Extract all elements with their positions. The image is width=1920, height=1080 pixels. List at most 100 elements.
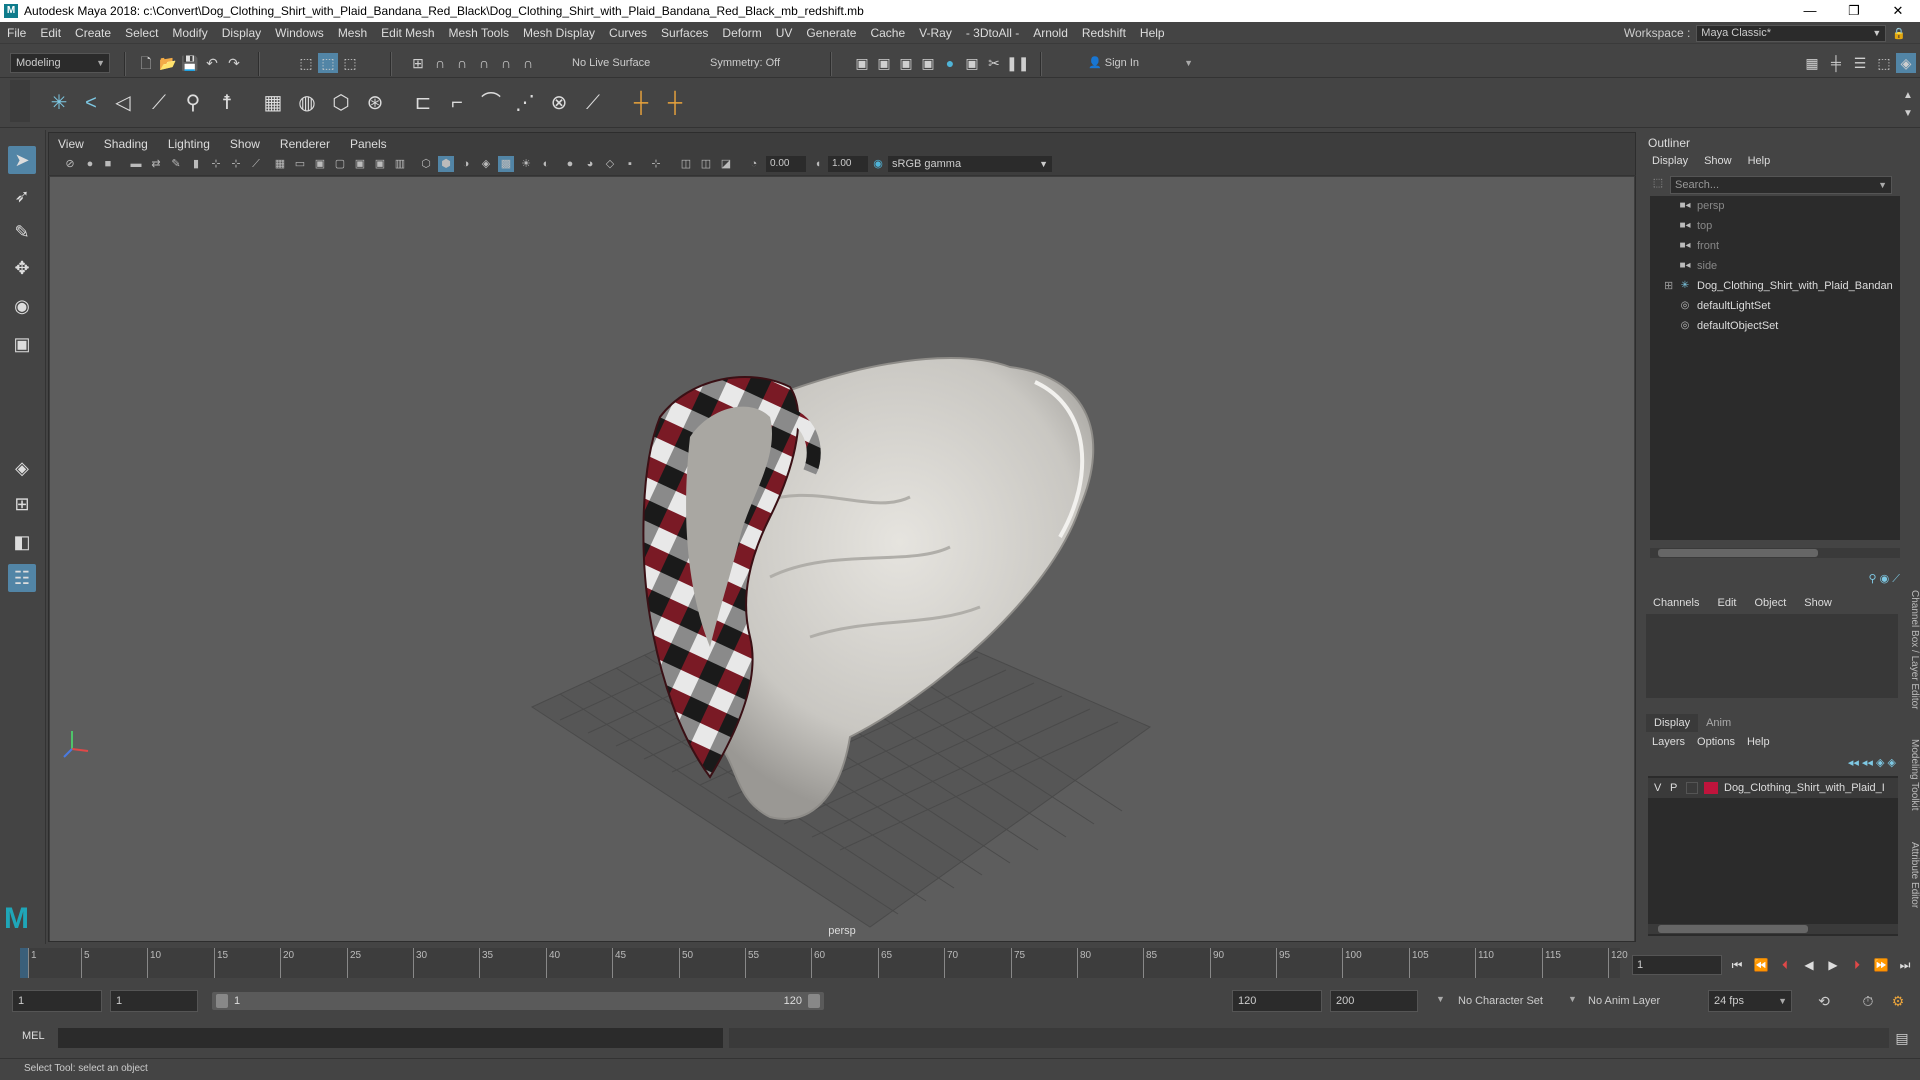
channelbox-menu-channels[interactable]: Channels: [1644, 597, 1708, 609]
film-gate-icon[interactable]: ⊹: [228, 156, 244, 172]
layer-h-scrollbar[interactable]: [1648, 924, 1898, 934]
3d-viewport[interactable]: persp: [50, 177, 1634, 941]
color-management-icon[interactable]: ◉: [870, 156, 886, 172]
bevel-icon[interactable]: ⌐: [444, 90, 470, 116]
viewport-menu-renderer[interactable]: Renderer: [270, 137, 340, 151]
paint-tool-icon[interactable]: ✎: [8, 218, 36, 246]
grid-icon[interactable]: ▦: [272, 156, 288, 172]
select-component-icon[interactable]: ⬚: [340, 53, 360, 73]
menu-mesh[interactable]: Mesh: [331, 26, 374, 40]
menu-surfaces[interactable]: Surfaces: [654, 26, 715, 40]
add-edge-loop-icon[interactable]: ┼: [628, 90, 654, 116]
two-view-icon[interactable]: ◧: [8, 528, 36, 556]
snap-view-icon[interactable]: ∩: [474, 53, 494, 73]
save-scene-icon[interactable]: 💾: [180, 53, 200, 73]
light-editor-icon[interactable]: ✂: [984, 53, 1004, 73]
connect-icon[interactable]: ⟋: [580, 90, 606, 116]
layer-menu-options[interactable]: Options: [1691, 736, 1741, 748]
field-chart-icon[interactable]: ▢: [332, 156, 348, 172]
move-tool-icon[interactable]: ✥: [8, 254, 36, 282]
xray-active-icon[interactable]: ▥: [392, 156, 408, 172]
play-forward-icon[interactable]: ▶: [1824, 956, 1842, 974]
select-tool-icon[interactable]: ➤: [8, 146, 36, 174]
menu-edit[interactable]: Edit: [33, 26, 68, 40]
safe-action-icon[interactable]: ▭: [292, 156, 308, 172]
motion-blur-icon[interactable]: ◕: [582, 156, 598, 172]
live-surface-field[interactable]: No Live Surface: [566, 53, 664, 73]
character-set-dropdown[interactable]: No Character Set: [1458, 995, 1543, 1007]
outliner-h-scrollbar[interactable]: [1650, 548, 1900, 558]
outliner-menu-display[interactable]: Display: [1644, 155, 1696, 167]
extrude-icon[interactable]: ⊏: [410, 90, 436, 116]
snap-grid-icon[interactable]: ⊞: [408, 53, 428, 73]
go-to-start-icon[interactable]: ⏮: [1728, 956, 1746, 974]
bookmark-icon[interactable]: ■: [100, 156, 116, 172]
snap-live-icon[interactable]: ∩: [518, 53, 538, 73]
workspace-dropdown[interactable]: Maya Classic* ▼: [1696, 24, 1887, 42]
render-view-icon[interactable]: ▣: [852, 53, 872, 73]
close-button[interactable]: ✕: [1876, 0, 1920, 22]
tool-settings-icon[interactable]: ☰: [1850, 53, 1870, 73]
cube-mesh-icon[interactable]: ⬡: [328, 90, 354, 116]
hud-icon[interactable]: ◪: [718, 156, 734, 172]
select-hierarchy-icon[interactable]: ⬚: [296, 53, 316, 73]
new-scene-icon[interactable]: 🗋: [136, 53, 156, 73]
menu-uv[interactable]: UV: [769, 26, 800, 40]
loop-icon[interactable]: ⟲: [1814, 991, 1834, 1011]
menu-vray[interactable]: V-Ray: [912, 26, 959, 40]
menu-file[interactable]: File: [0, 26, 33, 40]
channelbox-area[interactable]: [1646, 614, 1898, 698]
menu-curves[interactable]: Curves: [602, 26, 654, 40]
viewport-menu-shading[interactable]: Shading: [94, 137, 158, 151]
expand-icon[interactable]: ⊞: [1664, 276, 1673, 296]
minimize-button[interactable]: —: [1788, 0, 1832, 22]
range-slider[interactable]: 1 120: [212, 992, 824, 1010]
resolution-gate-icon[interactable]: ⟋: [248, 156, 264, 172]
grid-plane-icon[interactable]: ▦: [260, 90, 286, 116]
menu-help[interactable]: Help: [1133, 26, 1172, 40]
layer-type-toggle[interactable]: [1686, 782, 1698, 794]
joint-icon[interactable]: ☨: [214, 90, 240, 116]
menu-display[interactable]: Display: [215, 26, 268, 40]
filter-icon[interactable]: ⬚: [1650, 176, 1666, 194]
viewport-menu-view[interactable]: View: [48, 137, 94, 151]
exposure-field[interactable]: 0.00: [766, 156, 806, 172]
chevron-down-icon[interactable]: ▼: [1436, 994, 1445, 1004]
menu-windows[interactable]: Windows: [268, 26, 331, 40]
menu-redshift[interactable]: Redshift: [1075, 26, 1133, 40]
tab-modeling-toolkit[interactable]: Modeling Toolkit: [1902, 730, 1920, 820]
camera-select-icon[interactable]: ⊘: [62, 156, 78, 172]
default-material-icon[interactable]: ◑: [458, 156, 474, 172]
render-settings-icon[interactable]: ▣: [918, 53, 938, 73]
undo-icon[interactable]: ↶: [202, 53, 222, 73]
snap-surface-icon[interactable]: ∩: [496, 53, 516, 73]
viewport-menu-panels[interactable]: Panels: [340, 137, 397, 151]
step-forward-frame-icon[interactable]: ⏵: [1848, 956, 1866, 974]
menu-cache[interactable]: Cache: [863, 26, 912, 40]
outliner-item[interactable]: ⊞ ✳ Dog_Clothing_Shirt_with_Plaid_Bandan: [1650, 276, 1900, 296]
scale-tool-icon[interactable]: ▣: [8, 330, 36, 358]
view-transform-dropdown[interactable]: sRGB gamma ▼: [888, 156, 1052, 172]
screen-space-ao-icon[interactable]: ●: [562, 156, 578, 172]
shelf-scroll-icon[interactable]: ▲: [1898, 86, 1918, 106]
layer-visibility-toggle[interactable]: V: [1654, 778, 1661, 798]
sphere-icon[interactable]: ◍: [294, 90, 320, 116]
ipr-render-icon[interactable]: ▣: [896, 53, 916, 73]
skeleton-icon[interactable]: ⚲: [180, 90, 206, 116]
anti-aliasing-icon[interactable]: ◇: [602, 156, 618, 172]
open-scene-icon[interactable]: 📂: [158, 53, 178, 73]
layer-row[interactable]: V P Dog_Clothing_Shirt_with_Plaid_I: [1648, 778, 1898, 798]
channelbox-menu-show[interactable]: Show: [1795, 597, 1841, 609]
playback-end-field[interactable]: 120: [1232, 990, 1322, 1012]
anim-layer-dropdown[interactable]: No Anim Layer: [1588, 995, 1660, 1007]
command-input[interactable]: [58, 1028, 723, 1048]
layer-editor-icon[interactable]: ◈: [1896, 53, 1916, 73]
use-all-lights-icon[interactable]: ☀: [518, 156, 534, 172]
multicut-icon[interactable]: ⋰: [512, 90, 538, 116]
menu-select[interactable]: Select: [118, 26, 165, 40]
rotate-tool-icon[interactable]: ◉: [8, 292, 36, 320]
outliner-search-input[interactable]: Search... ▼: [1670, 176, 1892, 194]
select-object-icon[interactable]: ⬚: [318, 53, 338, 73]
menu-set-dropdown[interactable]: Modeling ▼: [10, 53, 110, 73]
wireframe-icon[interactable]: ⬡: [418, 156, 434, 172]
